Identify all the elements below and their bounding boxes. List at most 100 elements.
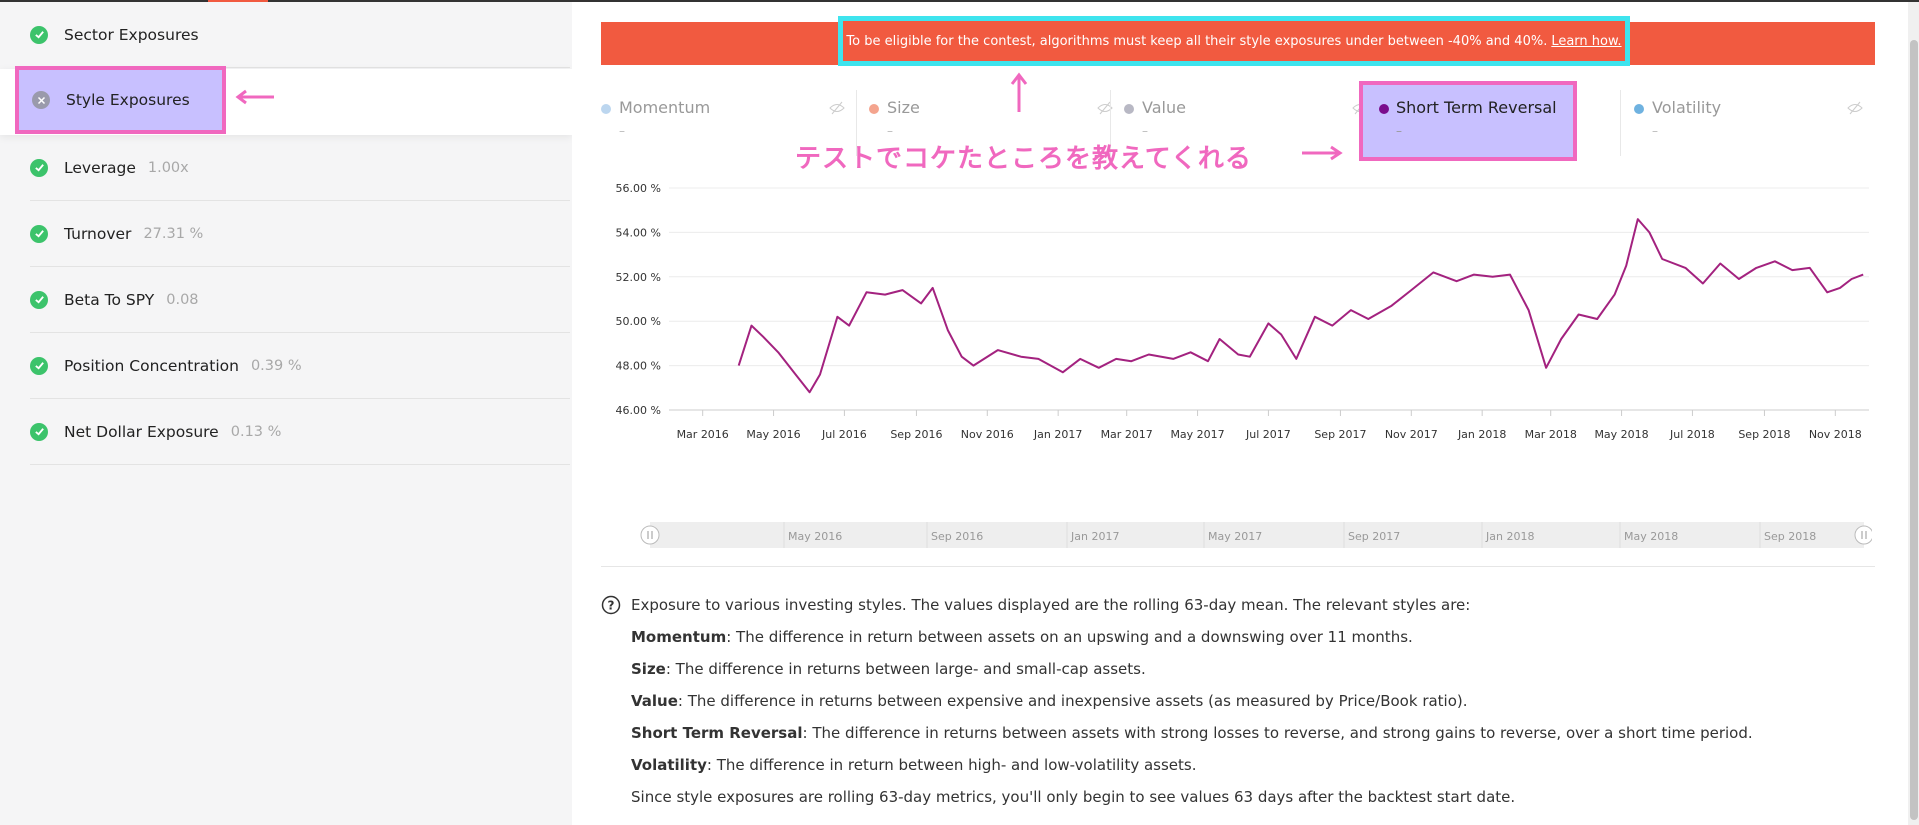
sidebar-item-label: Leverage bbox=[64, 158, 136, 177]
check-icon bbox=[30, 356, 48, 375]
x-tick-label: Nov 2016 bbox=[961, 428, 1014, 441]
x-tick-label: May 2016 bbox=[746, 428, 800, 441]
x-tick-label: Nov 2017 bbox=[1385, 428, 1438, 441]
description-intro: Exposure to various investing styles. Th… bbox=[631, 596, 1471, 614]
annotation-arrow-right-icon bbox=[1302, 145, 1343, 161]
sidebar-item-label: Net Dollar Exposure bbox=[64, 422, 219, 441]
series-dot bbox=[1124, 104, 1134, 114]
navigator-label: May 2017 bbox=[1208, 530, 1262, 543]
learn-how-link[interactable]: Learn how. bbox=[1551, 34, 1621, 49]
chart-navigator[interactable]: May 2016 Sep 2016 Jan 2017 May 2017 Sep 2017… bbox=[640, 520, 1872, 550]
check-icon bbox=[30, 25, 48, 44]
style-term: Short Term Reversal bbox=[631, 724, 803, 742]
sidebar-item-beta-to-spy[interactable]: Beta To SPY 0.08 bbox=[30, 267, 570, 333]
contest-warning-highlight: To be eligible for the contest, algorith… bbox=[838, 16, 1630, 66]
sidebar-item-label: Sector Exposures bbox=[64, 25, 199, 44]
sidebar-item-label: Style Exposures bbox=[66, 91, 190, 109]
tab-value: – bbox=[1142, 124, 1148, 138]
navigator-handle-right[interactable] bbox=[1854, 525, 1872, 545]
tab-short-term-reversal[interactable] bbox=[1359, 81, 1577, 161]
x-tick-label: Sep 2016 bbox=[890, 428, 942, 441]
check-icon bbox=[30, 224, 48, 243]
x-tick-label: Jan 2017 bbox=[1033, 428, 1082, 441]
style-text: : The difference in return between asset… bbox=[726, 628, 1413, 646]
tab-label: Short Term Reversal bbox=[1396, 98, 1557, 117]
style-definition-value: Value: The difference in returns between… bbox=[631, 692, 1468, 710]
svg-text:?: ? bbox=[608, 599, 615, 613]
navigator-label: Sep 2016 bbox=[931, 530, 983, 543]
series-line-short-term-reversal bbox=[737, 218, 1864, 394]
check-icon bbox=[30, 422, 48, 441]
x-tick-label: Jan 2018 bbox=[1457, 428, 1506, 441]
tab-label: Value bbox=[1142, 98, 1186, 117]
sidebar-item-leverage[interactable]: Leverage 1.00x bbox=[30, 135, 570, 201]
y-tick-label: 52.00 % bbox=[616, 271, 661, 284]
sidebar-item-value: 0.08 bbox=[166, 291, 199, 308]
sidebar-item-value: 0.39 % bbox=[250, 357, 302, 374]
series-dot bbox=[601, 104, 611, 114]
sidebar-item-net-dollar-exposure[interactable]: Net Dollar Exposure 0.13 % bbox=[30, 399, 570, 465]
sidebar-item-position-concentration[interactable]: Position Concentration 0.39 % bbox=[30, 333, 570, 399]
style-text: : The difference in return between high-… bbox=[706, 756, 1197, 774]
sidebar-item-turnover[interactable]: Turnover 27.31 % bbox=[30, 201, 570, 267]
navigator-label: Sep 2018 bbox=[1764, 530, 1816, 543]
hide-series-icon[interactable] bbox=[829, 100, 845, 116]
x-tick-label: Mar 2016 bbox=[677, 428, 729, 441]
sidebar-item-value: 1.00x bbox=[147, 159, 189, 176]
x-tick-label: Sep 2018 bbox=[1738, 428, 1790, 441]
help-icon: ? bbox=[601, 595, 621, 615]
x-tick-label: Jul 2016 bbox=[821, 428, 867, 441]
navigator-label: Sep 2017 bbox=[1348, 530, 1400, 543]
navigator-handle-left[interactable] bbox=[640, 525, 660, 545]
section-divider bbox=[601, 566, 1875, 567]
sidebar-item-label: Beta To SPY bbox=[64, 290, 155, 309]
tab-value: – bbox=[1396, 124, 1402, 138]
navigator-label: May 2016 bbox=[788, 530, 842, 543]
y-tick-label: 48.00 % bbox=[616, 360, 661, 373]
style-term: Momentum bbox=[631, 628, 727, 646]
style-definition-volatility: Volatility: The difference in return bet… bbox=[631, 756, 1197, 774]
scrollbar-thumb[interactable] bbox=[1910, 40, 1918, 820]
style-definition-momentum: Momentum: The difference in return betwe… bbox=[631, 628, 1413, 646]
x-tick-label: Mar 2017 bbox=[1101, 428, 1153, 441]
sidebar-item-label: Position Concentration bbox=[64, 356, 239, 375]
style-text: : The difference in returns between expe… bbox=[677, 692, 1468, 710]
series-dot bbox=[1634, 104, 1644, 114]
tab-volatility[interactable]: Volatility – bbox=[1634, 94, 1875, 158]
hide-series-icon[interactable] bbox=[1847, 100, 1863, 116]
x-tick-label: Mar 2018 bbox=[1525, 428, 1577, 441]
navigator-label: Jan 2018 bbox=[1485, 530, 1534, 543]
style-term: Size bbox=[631, 660, 666, 678]
sidebar-item-sector-exposures[interactable]: Sector Exposures bbox=[30, 2, 570, 68]
sidebar-item-value: 0.13 % bbox=[230, 423, 282, 440]
x-tick-label: Nov 2018 bbox=[1809, 428, 1862, 441]
y-tick-label: 50.00 % bbox=[616, 315, 661, 328]
y-tick-label: 56.00 % bbox=[616, 182, 661, 195]
x-tick-label: Sep 2017 bbox=[1314, 428, 1366, 441]
failed-icon bbox=[32, 91, 50, 109]
series-dot bbox=[869, 104, 879, 114]
annotation-arrow-left-icon bbox=[235, 89, 274, 105]
check-icon bbox=[30, 290, 48, 309]
style-term: Volatility bbox=[631, 756, 707, 774]
style-definition-size: Size: The difference in returns between … bbox=[631, 660, 1146, 678]
sidebar-item-value: 27.31 % bbox=[143, 225, 204, 242]
x-tick-label: Jul 2017 bbox=[1245, 428, 1291, 441]
style-term: Value bbox=[631, 692, 678, 710]
tab-value: – bbox=[1652, 124, 1658, 138]
tab-label: Volatility bbox=[1652, 98, 1722, 117]
navigator-label: Jan 2017 bbox=[1070, 530, 1119, 543]
x-tick-label: May 2017 bbox=[1170, 428, 1224, 441]
tab-value: – bbox=[887, 124, 893, 138]
series-dot bbox=[1379, 104, 1389, 114]
tab-divider bbox=[1620, 90, 1621, 156]
style-text: : The difference in returns between asse… bbox=[802, 724, 1753, 742]
banner-text: To be eligible for the contest, algorith… bbox=[846, 33, 1548, 49]
tab-value: – bbox=[619, 124, 625, 138]
y-tick-label: 46.00 % bbox=[616, 404, 661, 417]
y-tick-label: 54.00 % bbox=[616, 226, 661, 239]
description-footer: Since style exposures are rolling 63-day… bbox=[631, 788, 1516, 806]
sidebar-item-style-exposures[interactable]: Style Exposures bbox=[15, 66, 226, 134]
sidebar-item-label: Turnover bbox=[64, 224, 132, 243]
x-tick-label: Jul 2018 bbox=[1669, 428, 1715, 441]
